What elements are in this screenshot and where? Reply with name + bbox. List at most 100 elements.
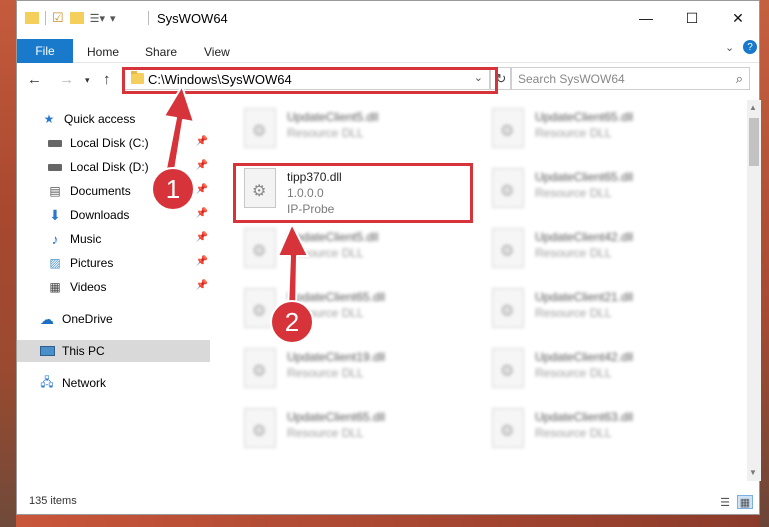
step-badge-1: 1 [151,167,195,211]
pin-icon[interactable]: 📌 [196,160,208,171]
help-icon[interactable]: ? [743,40,757,54]
vertical-scrollbar[interactable]: ▲ ▼ [747,100,761,481]
file-item[interactable]: UpdateClient5.dll Resource DLL [234,100,474,160]
pin-icon[interactable]: 📌 [196,184,208,195]
file-type: Resource DLL [287,426,364,440]
file-name: UpdateClient19.dll [287,350,386,364]
file-item[interactable]: UpdateClient63.dll Resource DLL [482,400,722,460]
tab-share[interactable]: Share [145,45,177,59]
file-list: UpdateClient5.dll Resource DLL tipp370.d… [214,100,744,481]
search-icon[interactable]: ⌕ [736,71,743,87]
dll-file-icon [492,408,524,448]
status-bar: 135 items ☰ ▦ [17,490,759,514]
pin-icon[interactable]: 📌 [196,280,208,291]
item-count: 135 items [29,495,77,507]
dll-file-icon [244,348,276,388]
sidebar-item-label: Quick access [64,112,136,126]
sidebar-item-music[interactable]: ♪ Music 📌 [17,228,210,250]
folder-icon[interactable] [25,12,39,24]
file-item[interactable]: UpdateClient21.dll Resource DLL [482,280,722,340]
up-button[interactable]: ↑ [103,71,111,88]
maximize-button[interactable]: ☐ [669,1,715,35]
sidebar-item-label: This PC [62,344,105,358]
file-name: UpdateClient42.dll [535,230,634,244]
file-item[interactable]: UpdateClient65.dll Resource DLL [234,400,474,460]
cloud-icon: ☁ [40,310,54,327]
dll-file-icon [244,108,276,148]
drive-icon [47,135,63,151]
pin-icon[interactable]: 📌 [196,232,208,243]
file-item[interactable]: UpdateClient65.dll Resource DLL [482,100,722,160]
properties-icon[interactable]: ☑ [52,10,64,26]
file-type: Resource DLL [287,366,364,380]
navigation-pane: ★ Quick access Local Disk (C:) 📌 Local D… [17,100,214,480]
title-divider [148,11,149,25]
file-type: Resource DLL [535,186,612,200]
pin-icon[interactable]: 📌 [196,256,208,267]
quick-access-toolbar: ☑ ☰▾ ▾ [25,9,116,27]
star-icon: ★ [43,112,55,126]
file-name: UpdateClient21.dll [535,290,634,304]
file-name: UpdateClient5.dll [287,110,379,124]
download-icon: ⬇ [49,206,61,223]
dll-file-icon [492,348,524,388]
scroll-up-icon[interactable]: ▲ [749,103,757,112]
file-item[interactable]: UpdateClient42.dll Resource DLL [482,340,722,400]
sidebar-item-label: Videos [70,280,107,294]
maximize-icon: ☐ [685,9,699,26]
minimize-button[interactable]: — [623,1,669,35]
file-item[interactable]: UpdateClient42.dll Resource DLL [482,220,722,280]
file-name: UpdateClient65.dll [535,170,634,184]
scroll-down-icon[interactable]: ▼ [749,468,757,477]
sidebar-item-label: Local Disk (C:) [70,136,149,150]
minimize-icon: — [639,10,653,26]
sidebar-item-label: Pictures [70,256,114,270]
tab-view[interactable]: View [204,45,230,59]
sidebar-item-pictures[interactable]: ▨ Pictures 📌 [17,252,210,274]
file-item[interactable]: UpdateClient5.dll Resource DLL [234,220,474,280]
title-bar: ☑ ☰▾ ▾ SysWOW64 — ☐ ✕ [17,1,759,35]
recent-locations-button[interactable]: ▾ [85,75,90,86]
sidebar-item-label: Music [70,232,102,246]
toolbar-dropdown-icon[interactable]: ▾ [110,12,116,25]
sidebar-item-this-pc[interactable]: This PC [17,340,210,362]
large-icons-view-icon[interactable]: ▦ [737,495,753,509]
back-button[interactable]: ← [27,71,42,88]
sidebar-item-label: Network [62,376,107,390]
file-type: Resource DLL [535,366,612,380]
pin-icon[interactable]: 📌 [196,136,208,147]
file-type: Resource DLL [535,306,612,320]
file-type: Resource DLL [535,426,612,440]
sidebar-item-network[interactable]: 🖧 Network [17,372,210,394]
pictures-icon: ▨ [49,256,61,270]
file-item[interactable]: UpdateClient65.dll Resource DLL [482,160,722,220]
videos-icon: ▦ [49,280,61,294]
pin-icon[interactable]: 📌 [196,208,208,219]
forward-button[interactable]: → [59,71,74,88]
dll-file-icon [244,228,276,268]
file-type: Resource DLL [287,126,364,140]
sidebar-item-local-disk-c[interactable]: Local Disk (C:) 📌 [17,132,210,154]
file-item[interactable]: UpdateClient65.dll Resource DLL [234,280,474,340]
sidebar-item-label: OneDrive [62,312,113,326]
sidebar-item-quick-access[interactable]: ★ Quick access [17,108,210,130]
network-icon: 🖧 [40,374,54,389]
scrollbar-thumb[interactable] [749,118,759,166]
search-input[interactable] [518,69,718,89]
tab-home[interactable]: Home [87,45,119,59]
expand-ribbon-icon[interactable]: ⌄ [725,41,734,54]
sidebar-item-label: Documents [70,184,131,198]
new-folder-icon[interactable] [69,12,84,24]
file-name: UpdateClient42.dll [535,350,634,364]
tab-file[interactable]: File [17,39,73,63]
sidebar-item-onedrive[interactable]: ☁ OneDrive [17,308,210,330]
close-button[interactable]: ✕ [715,1,761,35]
dll-file-icon [492,108,524,148]
sidebar-item-videos[interactable]: ▦ Videos 📌 [17,276,210,298]
close-icon: ✕ [732,9,744,26]
customize-toolbar-icon[interactable]: ☰▾ [90,12,105,25]
file-name: UpdateClient63.dll [535,410,634,424]
details-view-icon[interactable]: ☰ [717,495,733,509]
desktop-background-left [0,0,16,527]
file-item[interactable]: UpdateClient19.dll Resource DLL [234,340,474,400]
